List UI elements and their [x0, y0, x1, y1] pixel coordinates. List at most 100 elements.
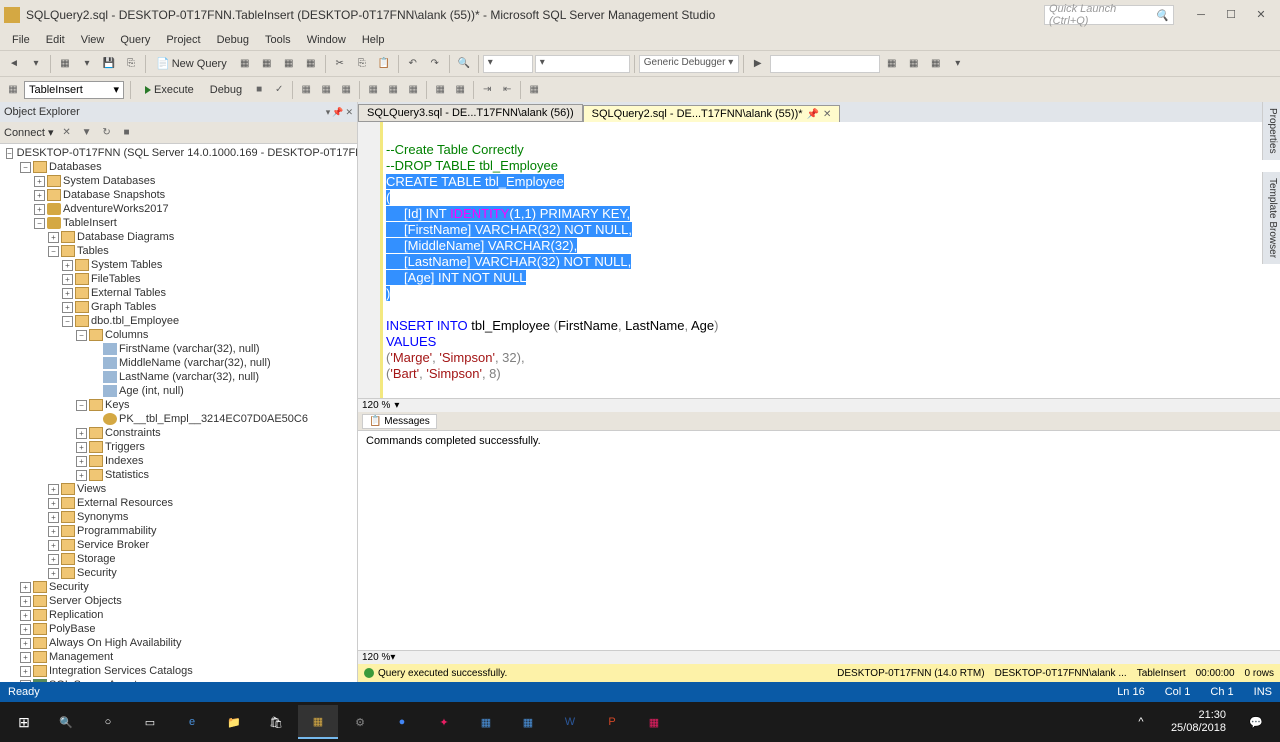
results-file-icon[interactable]: ▦: [404, 81, 422, 99]
tab-query2[interactable]: SQLQuery2.sql - DE...T17FNN\alank (55))*…: [583, 105, 841, 122]
object-explorer-tree[interactable]: −DESKTOP-0T17FNN (SQL Server 14.0.1000.1…: [0, 144, 357, 682]
close-button[interactable]: ✕: [1246, 5, 1276, 25]
plan-icon[interactable]: ▦: [337, 81, 355, 99]
app-icon[interactable]: ▦: [634, 705, 674, 739]
zoom-combo[interactable]: 120 %: [362, 652, 390, 663]
save-icon[interactable]: 💾: [99, 54, 119, 74]
expand-icon[interactable]: +: [62, 288, 73, 299]
saveall-icon[interactable]: ⎘: [121, 54, 141, 74]
properties-tab[interactable]: Properties: [1262, 102, 1280, 160]
pin-icon[interactable]: ▾: [326, 107, 331, 118]
config-combo[interactable]: ▾: [535, 55, 630, 73]
pin-icon[interactable]: 📌: [332, 107, 343, 118]
tb-icon[interactable]: ▦: [257, 54, 277, 74]
tb-icon[interactable]: ▾: [948, 54, 968, 74]
close-icon[interactable]: ✕: [345, 107, 353, 118]
notifications-icon[interactable]: 💬: [1236, 705, 1276, 739]
expand-icon[interactable]: +: [48, 526, 59, 537]
menu-tools[interactable]: Tools: [259, 32, 297, 48]
expand-icon[interactable]: −: [76, 330, 87, 341]
expand-icon[interactable]: +: [48, 568, 59, 579]
expand-icon[interactable]: +: [48, 554, 59, 565]
plan-icon[interactable]: ▦: [297, 81, 315, 99]
menu-view[interactable]: View: [75, 32, 111, 48]
expand-icon[interactable]: +: [20, 666, 31, 677]
tb-icon[interactable]: ▦: [235, 54, 255, 74]
expand-icon[interactable]: +: [48, 540, 59, 551]
expand-icon[interactable]: +: [62, 260, 73, 271]
tb-icon[interactable]: ▦: [279, 54, 299, 74]
redo-icon[interactable]: ↷: [425, 54, 445, 74]
results-text-icon[interactable]: ▦: [384, 81, 402, 99]
expand-icon[interactable]: +: [20, 610, 31, 621]
expand-icon[interactable]: −: [34, 218, 45, 229]
tb-icon[interactable]: ▦: [904, 54, 924, 74]
tab-close-icon[interactable]: ✕: [823, 109, 831, 120]
zoom-combo[interactable]: 120 %: [362, 400, 390, 411]
indent-icon[interactable]: ⇥: [478, 81, 496, 99]
expand-icon[interactable]: −: [62, 316, 73, 327]
connect-button[interactable]: Connect ▾: [4, 126, 54, 139]
parse-icon[interactable]: ✓: [270, 81, 288, 99]
open-icon[interactable]: ▾: [77, 54, 97, 74]
code-editor[interactable]: --Create Table Correctly --DROP TABLE tb…: [358, 122, 1280, 398]
uncomment-icon[interactable]: ▦: [451, 81, 469, 99]
cortana-icon[interactable]: ○: [88, 705, 128, 739]
menu-window[interactable]: Window: [301, 32, 352, 48]
tb-icon[interactable]: ▦: [926, 54, 946, 74]
database-combo[interactable]: TableInsert▾: [24, 81, 124, 99]
ssms-icon[interactable]: ▦: [298, 705, 338, 739]
new-query-button[interactable]: 📄New Query: [150, 55, 233, 72]
expand-icon[interactable]: +: [76, 456, 87, 467]
expand-icon[interactable]: −: [20, 162, 31, 173]
explorer-icon[interactable]: 📁: [214, 705, 254, 739]
expand-icon[interactable]: −: [48, 246, 59, 257]
clock[interactable]: 21:3025/08/2018: [1163, 709, 1234, 735]
stop-icon[interactable]: ■: [120, 126, 134, 140]
expand-icon[interactable]: +: [62, 302, 73, 313]
tray-up-icon[interactable]: ^: [1121, 705, 1161, 739]
powerpoint-icon[interactable]: P: [592, 705, 632, 739]
nav-fwd-icon[interactable]: ▾: [26, 54, 46, 74]
debug-button[interactable]: Debug: [204, 82, 248, 98]
chrome-icon[interactable]: ●: [382, 705, 422, 739]
tb-icon[interactable]: ▦: [301, 54, 321, 74]
expand-icon[interactable]: +: [20, 596, 31, 607]
expand-icon[interactable]: +: [62, 274, 73, 285]
paste-icon[interactable]: 📋: [374, 54, 394, 74]
menu-project[interactable]: Project: [160, 32, 206, 48]
process-combo[interactable]: [770, 55, 880, 73]
tab-pin-icon[interactable]: 📌: [807, 109, 819, 120]
store-icon[interactable]: 🛍: [256, 705, 296, 739]
expand-icon[interactable]: +: [48, 498, 59, 509]
edge-icon[interactable]: e: [172, 705, 212, 739]
menu-query[interactable]: Query: [114, 32, 156, 48]
menu-help[interactable]: Help: [356, 32, 391, 48]
expand-icon[interactable]: +: [76, 470, 87, 481]
app-icon[interactable]: ⚙: [340, 705, 380, 739]
connections-icon[interactable]: ▦: [4, 81, 22, 99]
expand-icon[interactable]: +: [20, 624, 31, 635]
find-icon[interactable]: 🔍: [454, 54, 474, 74]
expand-icon[interactable]: +: [34, 190, 45, 201]
expand-icon[interactable]: +: [76, 428, 87, 439]
start-icon[interactable]: ▶: [748, 54, 768, 74]
app-icon[interactable]: ▦: [466, 705, 506, 739]
copy-icon[interactable]: ⎘: [352, 54, 372, 74]
undo-icon[interactable]: ↶: [403, 54, 423, 74]
expand-icon[interactable]: +: [48, 512, 59, 523]
new-icon[interactable]: ▦: [55, 54, 75, 74]
expand-icon[interactable]: +: [76, 442, 87, 453]
expand-icon[interactable]: +: [20, 680, 31, 683]
cut-icon[interactable]: ✂: [330, 54, 350, 74]
taskview-icon[interactable]: ▭: [130, 705, 170, 739]
outdent-icon[interactable]: ⇤: [498, 81, 516, 99]
expand-icon[interactable]: −: [6, 148, 13, 159]
expand-icon[interactable]: +: [34, 204, 45, 215]
filter-icon[interactable]: ▼: [80, 126, 94, 140]
maximize-button[interactable]: ☐: [1216, 5, 1246, 25]
tb-icon[interactable]: ▦: [882, 54, 902, 74]
debugger-combo[interactable]: Generic Debugger ▾: [639, 55, 739, 73]
expand-icon[interactable]: +: [48, 232, 59, 243]
tab-query3[interactable]: SQLQuery3.sql - DE...T17FNN\alank (56)): [358, 104, 583, 122]
